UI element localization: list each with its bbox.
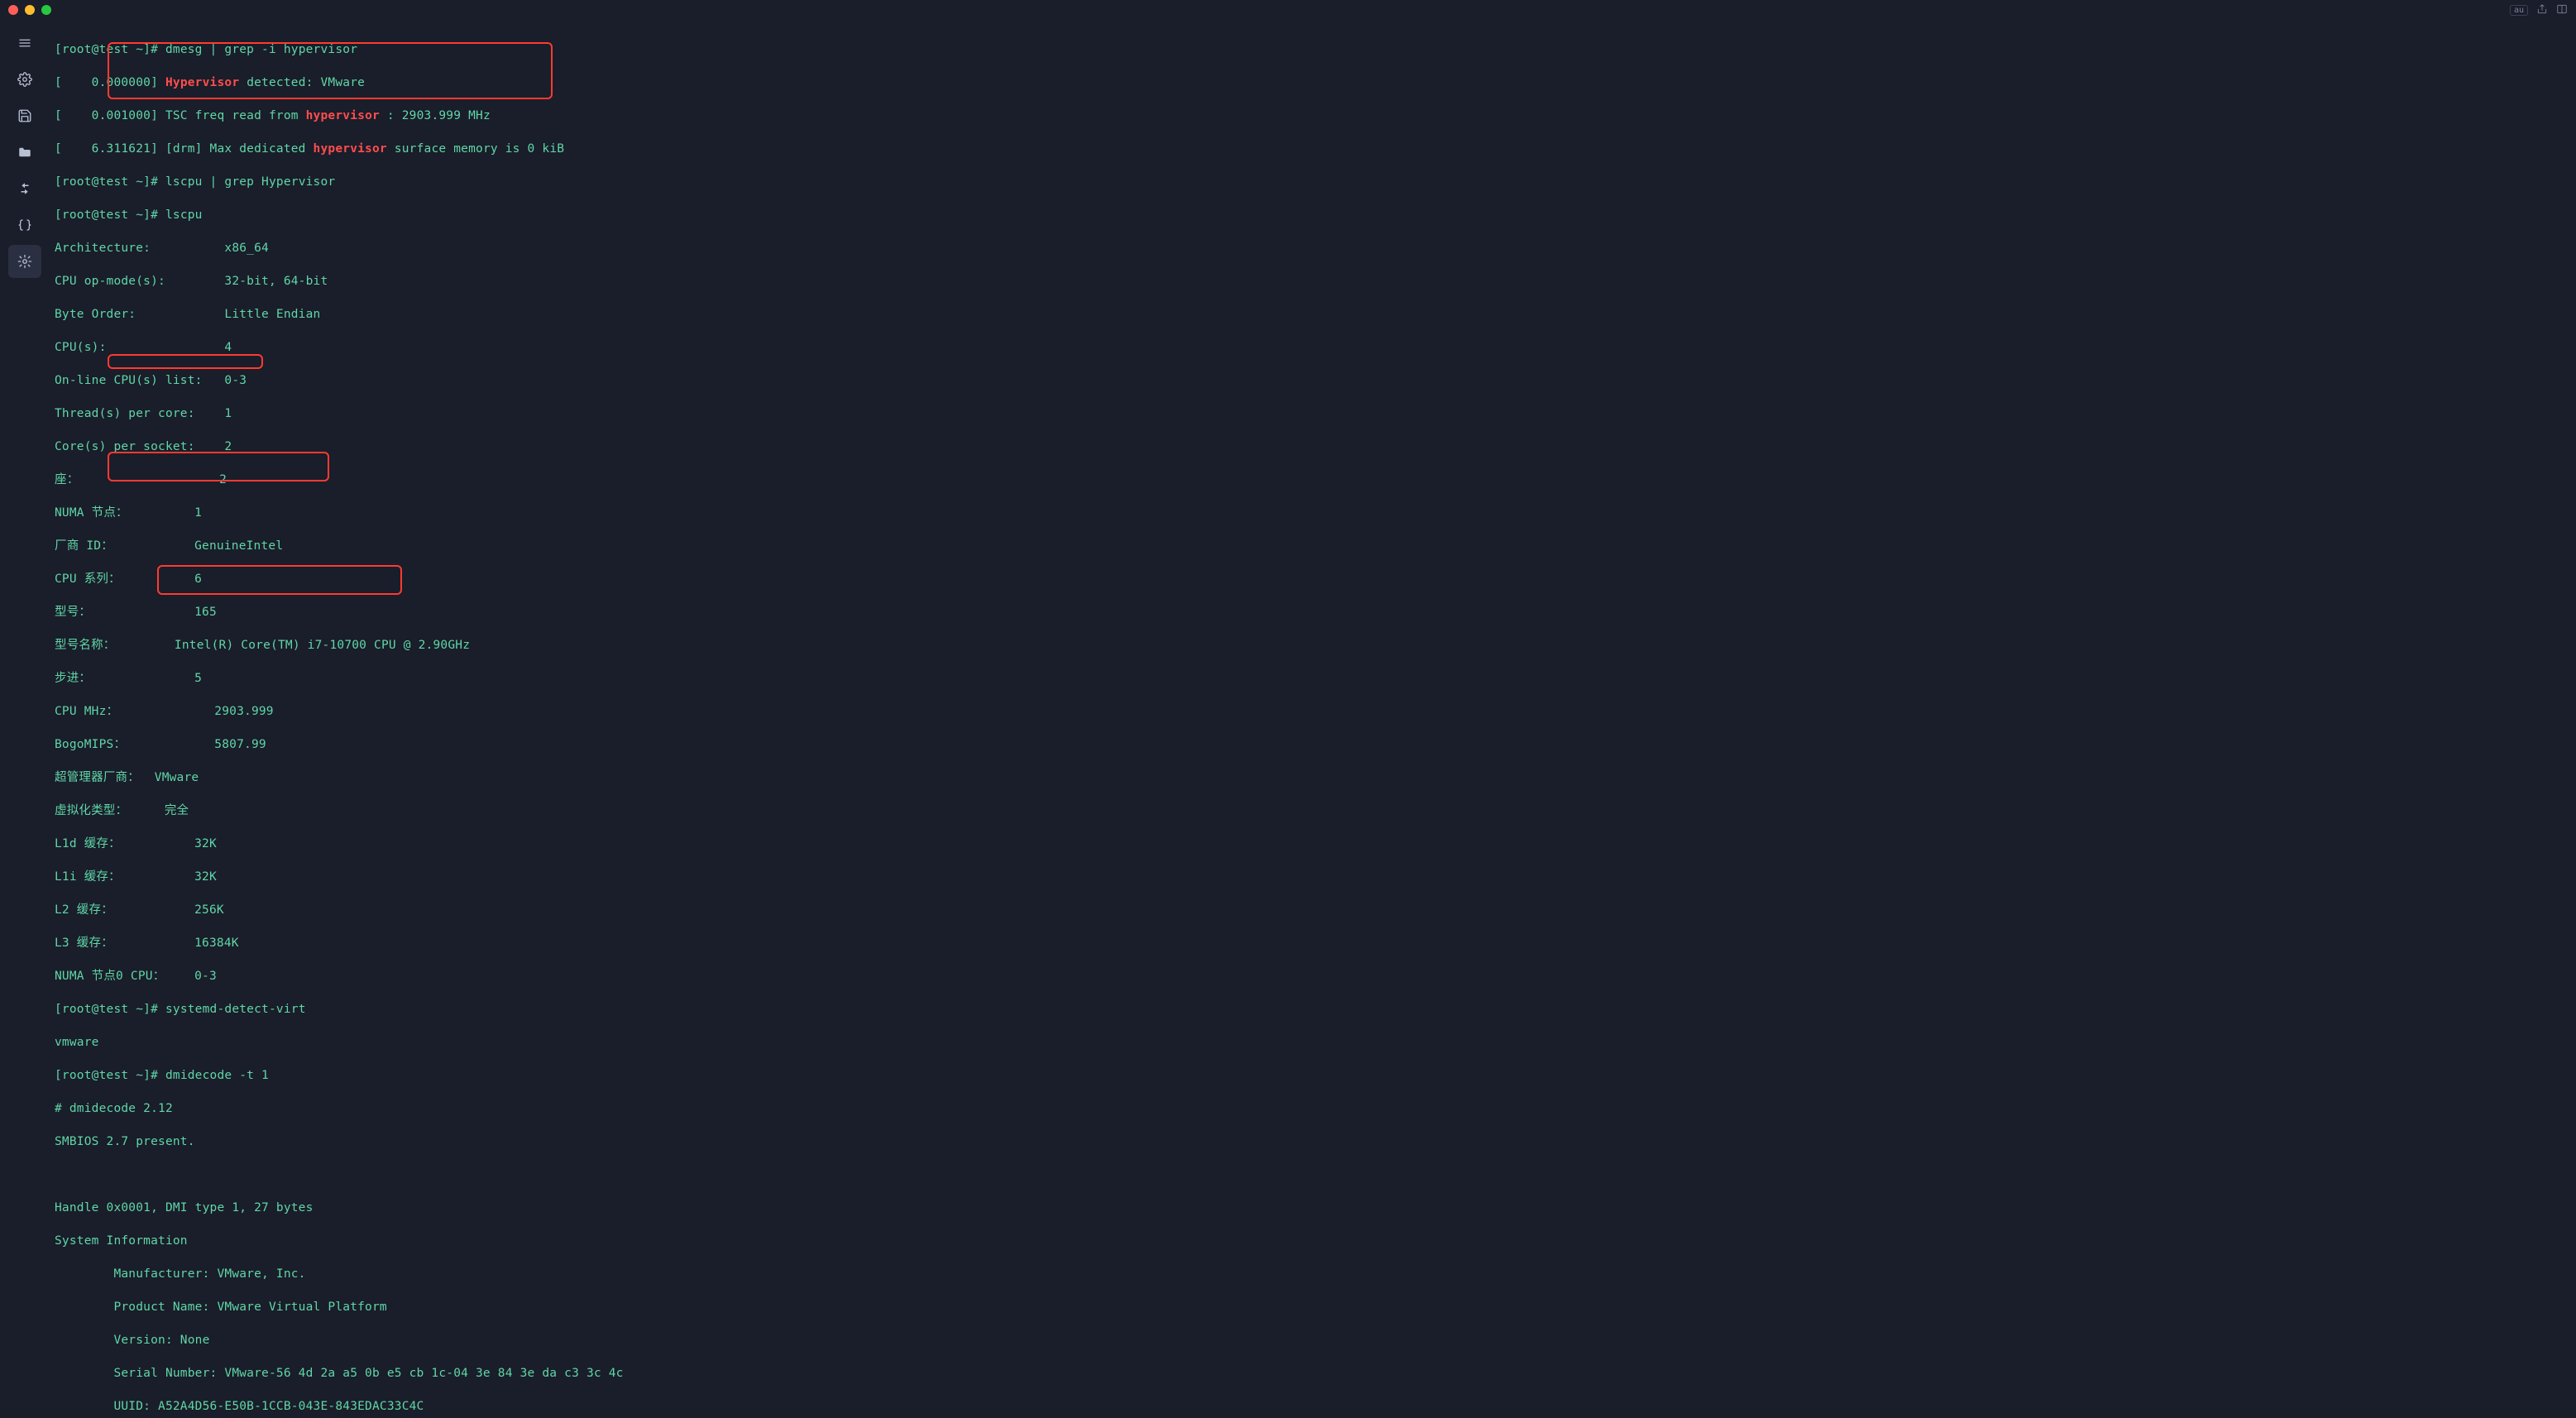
dmidecode-line: System Information	[55, 1233, 2568, 1249]
sidebar-item-menu[interactable]	[8, 26, 41, 60]
dmesg-line-tail: surface memory is 0 kiB	[387, 142, 564, 156]
braces-icon	[17, 218, 32, 232]
sidebar-item-host[interactable]	[8, 63, 41, 96]
lscpu-line: CPU 系列： 6	[55, 571, 2568, 587]
share-icon[interactable]	[2536, 2, 2548, 18]
lscpu-line-hypervisor: 超管理器厂商： VMware	[55, 769, 2568, 786]
prompt: [root@test ~]#	[55, 175, 165, 189]
keyboard-layout-badge[interactable]: au	[2510, 5, 2528, 16]
dmidecode-product: Product Name: VMware Virtual Platform	[55, 1299, 2568, 1315]
main-area: [root@test ~]# dmesg | grep -i hyperviso…	[0, 20, 2576, 1418]
dmidecode-line: Serial Number: VMware-56 4d 2a a5 0b e5 …	[55, 1365, 2568, 1382]
lscpu-line: NUMA 节点： 1	[55, 505, 2568, 521]
dmidecode-line: # dmidecode 2.12	[55, 1100, 2568, 1117]
lscpu-line: CPU MHz： 2903.999	[55, 703, 2568, 720]
lscpu-line: On-line CPU(s) list: 0-3	[55, 372, 2568, 389]
dmesg-line: [ 6.311621] [drm] Max dedicated	[55, 142, 314, 156]
dmesg-line-tail: detected: VMware	[239, 76, 365, 89]
terminal-pane[interactable]: [root@test ~]# dmesg | grep -i hyperviso…	[50, 20, 2576, 1418]
split-panel-icon[interactable]	[2556, 2, 2568, 18]
command-dmesg: dmesg | grep -i hypervisor	[165, 43, 357, 56]
dmesg-line: [ 0.000000]	[55, 76, 165, 89]
lscpu-line: 虚拟化类型： 完全	[55, 802, 2568, 819]
transfer-icon	[17, 181, 32, 196]
highlight-hypervisor: hypervisor	[314, 142, 387, 156]
lscpu-line: Core(s) per socket: 2	[55, 438, 2568, 455]
dmidecode-line: Handle 0x0001, DMI type 1, 27 bytes	[55, 1200, 2568, 1216]
lscpu-line: L1d 缓存： 32K	[55, 836, 2568, 852]
window-titlebar: au	[0, 0, 2576, 20]
dmidecode-line: SMBIOS 2.7 present.	[55, 1133, 2568, 1150]
detect-virt-output: vmware	[55, 1034, 2568, 1051]
lscpu-line: NUMA 节点0 CPU： 0-3	[55, 968, 2568, 984]
sidebar-item-files[interactable]	[8, 136, 41, 169]
command-dmidecode: dmidecode -t 1	[165, 1069, 269, 1082]
prompt: [root@test ~]#	[55, 1069, 165, 1082]
lscpu-line: 型号名称： Intel(R) Core(TM) i7-10700 CPU @ 2…	[55, 637, 2568, 654]
prompt: [root@test ~]#	[55, 208, 165, 222]
lscpu-line: L1i 缓存： 32K	[55, 869, 2568, 885]
menu-icon	[17, 36, 32, 50]
terminal-output: [root@test ~]# dmesg | grep -i hyperviso…	[55, 25, 2568, 1418]
lscpu-line: L2 缓存： 256K	[55, 902, 2568, 918]
command-lscpu-grep: lscpu | grep Hypervisor	[165, 175, 335, 189]
sidebar	[0, 20, 50, 1418]
dmidecode-line: Version: None	[55, 1332, 2568, 1349]
folder-icon	[17, 145, 32, 160]
highlight-hypervisor: Hypervisor	[165, 76, 239, 89]
lscpu-line: Byte Order: Little Endian	[55, 306, 2568, 323]
lscpu-line: CPU op-mode(s): 32-bit, 64-bit	[55, 273, 2568, 290]
prompt: [root@test ~]#	[55, 1003, 165, 1016]
save-icon	[17, 108, 32, 123]
dmesg-line-tail: : 2903.999 MHz	[380, 109, 491, 122]
dmidecode-line: UUID: A52A4D56-E50B-1CCB-043E-843EDAC33C…	[55, 1398, 2568, 1415]
lscpu-line: 步进： 5	[55, 670, 2568, 687]
close-window-button[interactable]	[8, 5, 18, 15]
sidebar-item-snippets[interactable]	[8, 208, 41, 242]
gear-icon	[17, 72, 32, 87]
highlight-hypervisor: hypervisor	[306, 109, 380, 122]
lscpu-line: BogoMIPS： 5807.99	[55, 736, 2568, 753]
command-detect-virt: systemd-detect-virt	[165, 1003, 306, 1016]
traffic-lights	[8, 5, 51, 15]
dmidecode-manufacturer: Manufacturer: VMware, Inc.	[55, 1266, 2568, 1282]
dmidecode-blank	[55, 1166, 2568, 1183]
prompt: [root@test ~]#	[55, 43, 165, 56]
titlebar-right: au	[2510, 2, 2568, 18]
settings-icon	[17, 254, 32, 269]
lscpu-line: 座： 2	[55, 472, 2568, 488]
lscpu-line: L3 缓存： 16384K	[55, 935, 2568, 951]
sidebar-item-transfer[interactable]	[8, 172, 41, 205]
dmesg-line: [ 0.001000] TSC freq read from	[55, 109, 306, 122]
lscpu-line: 厂商 ID： GenuineIntel	[55, 538, 2568, 554]
lscpu-line: Thread(s) per core: 1	[55, 405, 2568, 422]
lscpu-line: 型号： 165	[55, 604, 2568, 620]
command-lscpu: lscpu	[165, 208, 203, 222]
sidebar-item-sessions[interactable]	[8, 99, 41, 132]
maximize-window-button[interactable]	[41, 5, 51, 15]
lscpu-line: CPU(s): 4	[55, 339, 2568, 356]
sidebar-item-settings[interactable]	[8, 245, 41, 278]
lscpu-line: Architecture: x86_64	[55, 240, 2568, 256]
minimize-window-button[interactable]	[25, 5, 35, 15]
